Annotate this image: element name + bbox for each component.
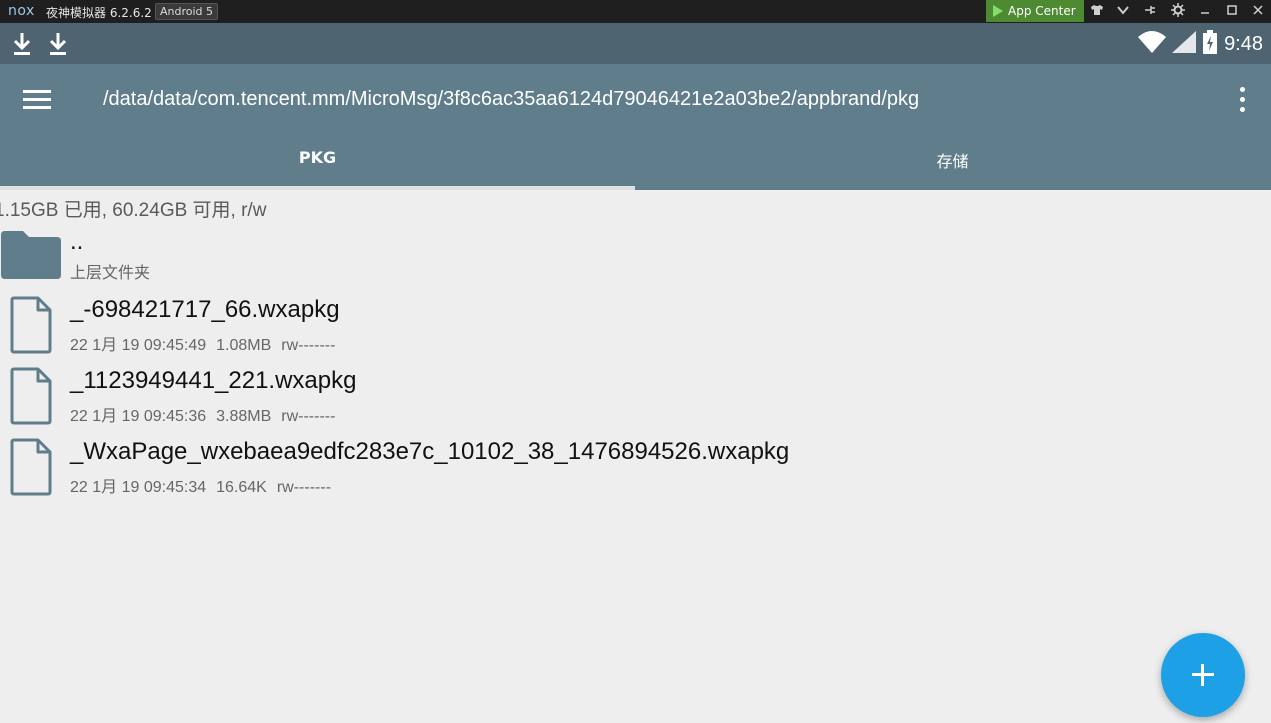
parent-folder-row[interactable]: .. 上层文件夹 xyxy=(0,228,1271,298)
signal-icon xyxy=(1172,31,1197,57)
nox-logo: nox xyxy=(8,3,35,19)
wifi-icon xyxy=(1138,31,1167,57)
parent-folder-name: .. xyxy=(70,228,84,255)
file-row[interactable]: _1123949441_221.wxapkg 22 1月 19 09:45:36… xyxy=(0,367,1271,437)
menu-icon[interactable] xyxy=(20,86,54,114)
emulator-title: 夜神模拟器 6.2.6.2 xyxy=(46,6,152,20)
file-perms: rw------- xyxy=(281,408,336,425)
file-perms: rw------- xyxy=(276,479,332,496)
tab-bar: PKG 存储 xyxy=(0,136,1271,190)
pin-icon[interactable] xyxy=(1142,3,1158,20)
file-date: 22 1月 19 09:45:36 xyxy=(70,408,207,425)
app-toolbar: /data/data/com.tencent.mm/MicroMsg/3f8c6… xyxy=(0,64,1271,136)
chevron-down-icon[interactable] xyxy=(1115,3,1131,20)
file-icon xyxy=(10,438,52,500)
file-meta: 22 1月 19 09:45:36 3.88MB rw------- xyxy=(70,402,345,426)
file-name: _WxaPage_wxebaea9edfc283e7c_10102_38_147… xyxy=(70,438,790,465)
file-icon xyxy=(10,296,52,358)
file-date: 22 1月 19 09:45:34 xyxy=(70,479,207,496)
close-icon[interactable] xyxy=(1250,3,1266,20)
status-icons: 9:48 xyxy=(1138,30,1263,58)
add-fab-button[interactable] xyxy=(1161,633,1245,717)
download-icon xyxy=(11,31,33,57)
file-meta: 22 1月 19 09:45:49 1.08MB rw------- xyxy=(70,331,345,355)
android-version-badge: Android 5 xyxy=(155,3,219,20)
file-meta: 22 1月 19 09:45:34 16.64K rw------- xyxy=(70,473,341,497)
app-center-button[interactable]: App Center xyxy=(986,0,1084,22)
file-date: 22 1月 19 09:45:49 xyxy=(70,337,207,354)
more-options-icon[interactable] xyxy=(1229,84,1255,116)
file-name: _1123949441_221.wxapkg xyxy=(70,367,357,394)
file-size: 16.64K xyxy=(216,479,267,496)
play-store-icon xyxy=(993,5,1003,17)
file-perms: rw------- xyxy=(281,337,336,354)
tab-pkg[interactable]: PKG xyxy=(0,136,635,190)
emulator-title-bar: nox 夜神模拟器 6.2.6.2 Android 5 App Center xyxy=(0,0,1271,23)
storage-info: 1.15GB 已用, 60.24GB 可用, r/w xyxy=(0,200,267,221)
tab-storage[interactable]: 存储 xyxy=(635,136,1270,190)
app-center-label: App Center xyxy=(1008,4,1076,18)
shirt-icon[interactable] xyxy=(1089,3,1105,20)
folder-icon xyxy=(1,231,61,283)
parent-folder-label: 上层文件夹 xyxy=(70,265,151,282)
tab-indicator xyxy=(0,186,635,190)
current-path: /data/data/com.tencent.mm/MicroMsg/3f8c6… xyxy=(103,88,920,110)
file-size: 3.88MB xyxy=(216,408,272,425)
file-name: _-698421717_66.wxapkg xyxy=(70,296,340,323)
download-icon xyxy=(47,31,69,57)
file-icon xyxy=(10,367,52,429)
maximize-icon[interactable] xyxy=(1224,3,1240,20)
gear-icon[interactable] xyxy=(1170,3,1186,20)
android-status-bar: 9:48 xyxy=(0,23,1271,64)
clock: 9:48 xyxy=(1224,32,1263,55)
file-row[interactable]: _-698421717_66.wxapkg 22 1月 19 09:45:49 1… xyxy=(0,296,1271,366)
battery-charging-icon xyxy=(1202,30,1218,58)
minimize-icon[interactable] xyxy=(1197,3,1213,20)
file-row[interactable]: _WxaPage_wxebaea9edfc283e7c_10102_38_147… xyxy=(0,438,1271,508)
file-size: 1.08MB xyxy=(216,337,272,354)
